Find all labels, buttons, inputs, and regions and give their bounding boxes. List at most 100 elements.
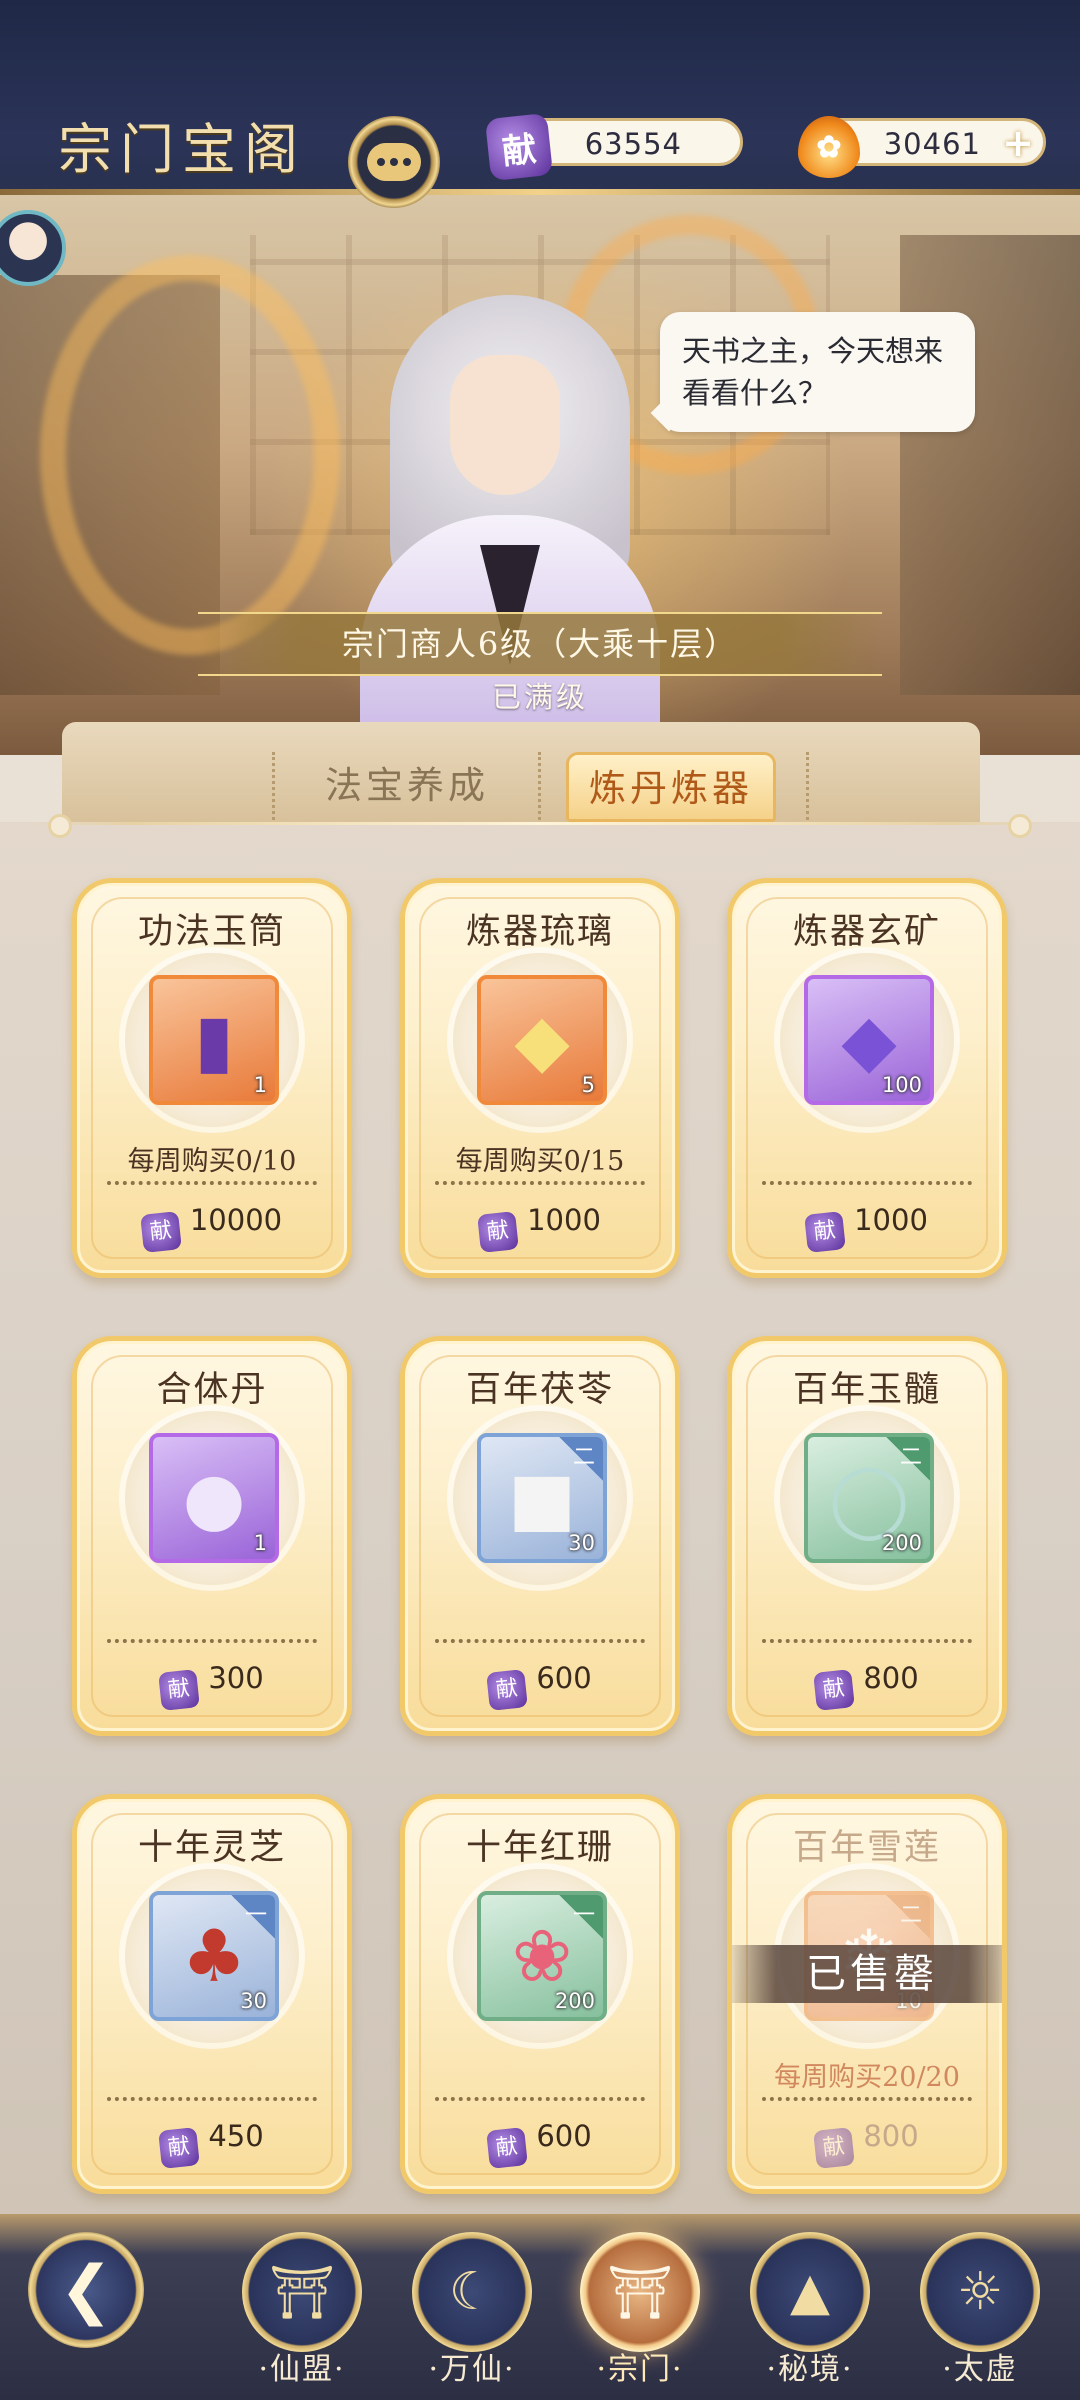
item-name: 十年红珊: [465, 1828, 614, 1868]
void-icon: ☼: [920, 2232, 1040, 2352]
item-name: 炼器玄矿: [792, 912, 941, 952]
page-title: 宗门宝阁: [58, 118, 306, 181]
item-quantity: 100: [881, 1073, 922, 1097]
tab-artifact-training[interactable]: 法宝养成: [302, 752, 512, 822]
item-name: 功法玉筒: [137, 912, 286, 952]
price-value: 600: [536, 2119, 592, 2153]
tier-badge: 一: [231, 1895, 275, 1939]
card-divider: [435, 1639, 645, 1643]
shop-item-card[interactable]: 功法玉筒 ▮ 1 每周购买0/10 献 10000: [72, 878, 352, 1278]
price-value: 1000: [527, 1203, 601, 1237]
spirit-amount: 30461: [883, 127, 981, 161]
contribution-token-icon: 献: [486, 1669, 529, 1711]
item-price: 献 1000: [405, 1203, 675, 1253]
item-price: 献 450: [77, 2119, 347, 2169]
contribution-token-icon: 献: [813, 2127, 856, 2169]
price-value: 800: [863, 2119, 919, 2153]
back-arrow-icon: ❮: [59, 2253, 113, 2327]
item-slot: ■ 二 30: [477, 1433, 607, 1563]
nav-item-void[interactable]: ☼ ·太虚: [918, 2232, 1042, 2400]
card-divider: [107, 2097, 317, 2101]
tier-badge: 二: [886, 1437, 930, 1481]
shop-item-card[interactable]: 炼器玄矿 ◆ 100 献 1000: [727, 878, 1007, 1278]
contribution-token-icon: 献: [486, 2127, 529, 2169]
item-quantity: 30: [240, 1989, 267, 2013]
item-name: 百年茯苓: [465, 1370, 614, 1410]
card-divider: [435, 1181, 645, 1185]
contribution-token-icon: 献: [158, 1669, 201, 1711]
nav-label: ·秘境·: [766, 2352, 854, 2387]
shop-item-card[interactable]: 百年茯苓 ■ 二 30 献 600: [400, 1336, 680, 1736]
sword-crescent-icon: ☾: [412, 2232, 532, 2352]
price-value: 800: [863, 1661, 919, 1695]
card-divider: [107, 1181, 317, 1185]
nav-item-immortals[interactable]: ☾ ·万仙·: [410, 2232, 534, 2400]
card-divider: [762, 1181, 972, 1185]
price-value: 10000: [189, 1203, 283, 1237]
item-name: 十年灵芝: [137, 1828, 286, 1868]
contribution-token-icon: 献: [477, 1211, 519, 1253]
card-divider: [435, 2097, 645, 2101]
price-value: 450: [208, 2119, 264, 2153]
chat-bubble-icon: [367, 143, 421, 181]
item-slot: ◯ 二 200: [804, 1433, 934, 1563]
card-divider: [107, 1639, 317, 1643]
merchant-speech-bubble: 天书之主，今天想来看看什么？: [660, 312, 975, 432]
card-divider: [762, 2097, 972, 2101]
chat-button[interactable]: [348, 116, 440, 208]
shop-item-card[interactable]: 百年玉髓 ◯ 二 200 献 800: [727, 1336, 1007, 1736]
shop-item-card-sold-out[interactable]: 百年雪莲 ❄ 二 10 已售罄 每周购买20/20 献800: [727, 1794, 1007, 2194]
item-slot: ◆ 100: [804, 975, 934, 1105]
tab-separator: [806, 752, 809, 820]
gate-icon: ⛩: [242, 2232, 362, 2352]
item-slot: ● 1: [149, 1433, 279, 1563]
nav-item-alliance[interactable]: ⛩ ·仙盟·: [240, 2232, 364, 2400]
item-slot: ❀ 一 200: [477, 1891, 607, 2021]
weekly-limit: 每周购买0/15: [455, 1146, 625, 1177]
secret-realm-icon: ▲: [750, 2232, 870, 2352]
tab-separator: [538, 752, 541, 820]
item-quantity: 5: [581, 1073, 595, 1097]
bookshelf-right: [900, 235, 1080, 695]
nav-label: ·太虚: [942, 2352, 1018, 2387]
tab-bar: [62, 722, 980, 822]
item-name: 合体丹: [156, 1370, 268, 1410]
contribution-token-icon: 献: [813, 1669, 856, 1711]
tier-badge: 二: [559, 1437, 603, 1481]
contribution-amount: 63554: [584, 127, 682, 161]
item-price: 献 600: [405, 1661, 675, 1711]
tier-badge: 二: [886, 1895, 930, 1939]
nav-label: ·仙盟·: [258, 2352, 346, 2387]
back-button[interactable]: ❮: [28, 2232, 144, 2348]
weekly-limit: 每周购买0/10: [127, 1146, 297, 1177]
contribution-token-icon: 献: [484, 112, 554, 182]
shop-item-card[interactable]: 合体丹 ● 1 献 300: [72, 1336, 352, 1736]
price-value: 1000: [854, 1203, 928, 1237]
shop-item-card[interactable]: 十年灵芝 ♣ 一 30 献 450: [72, 1794, 352, 2194]
item-price: 献 800: [732, 2119, 1002, 2169]
merchant-level-banner: 宗门商人6级（大乘十层）: [198, 612, 882, 676]
contribution-token-icon: 献: [139, 1211, 182, 1253]
price-value: 600: [536, 1661, 592, 1695]
item-quantity: 30: [568, 1531, 595, 1555]
nav-item-secret-realm[interactable]: ▲ ·秘境·: [748, 2232, 872, 2400]
sold-out-banner: 已售罄: [732, 1945, 1002, 2003]
tab-alchemy-forging[interactable]: 炼丹炼器: [566, 752, 776, 822]
max-level-label: 已满级: [491, 680, 588, 714]
item-price: 献 300: [77, 1661, 347, 1711]
add-currency-button[interactable]: +: [1000, 124, 1036, 162]
item-name: 百年雪莲: [792, 1828, 941, 1868]
nav-label: ·万仙·: [428, 2352, 516, 2387]
tier-badge: 一: [559, 1895, 603, 1939]
shop-item-card[interactable]: 炼器琉璃 ◆ 5 每周购买0/15 献 1000: [400, 878, 680, 1278]
nav-item-sect[interactable]: ⛩ ·宗门·: [578, 2232, 702, 2400]
item-slot: ▮ 1: [149, 975, 279, 1105]
nav-label: ·宗门·: [596, 2352, 684, 2387]
shop-item-card[interactable]: 十年红珊 ❀ 一 200 献 600: [400, 1794, 680, 2194]
tab-separator: [272, 752, 275, 820]
card-divider: [762, 1639, 972, 1643]
item-quantity: 200: [554, 1989, 595, 2013]
sect-hall-icon: ⛩: [580, 2232, 700, 2352]
item-price: 献 10000: [77, 1203, 347, 1253]
contribution-token-icon: 献: [804, 1211, 846, 1253]
